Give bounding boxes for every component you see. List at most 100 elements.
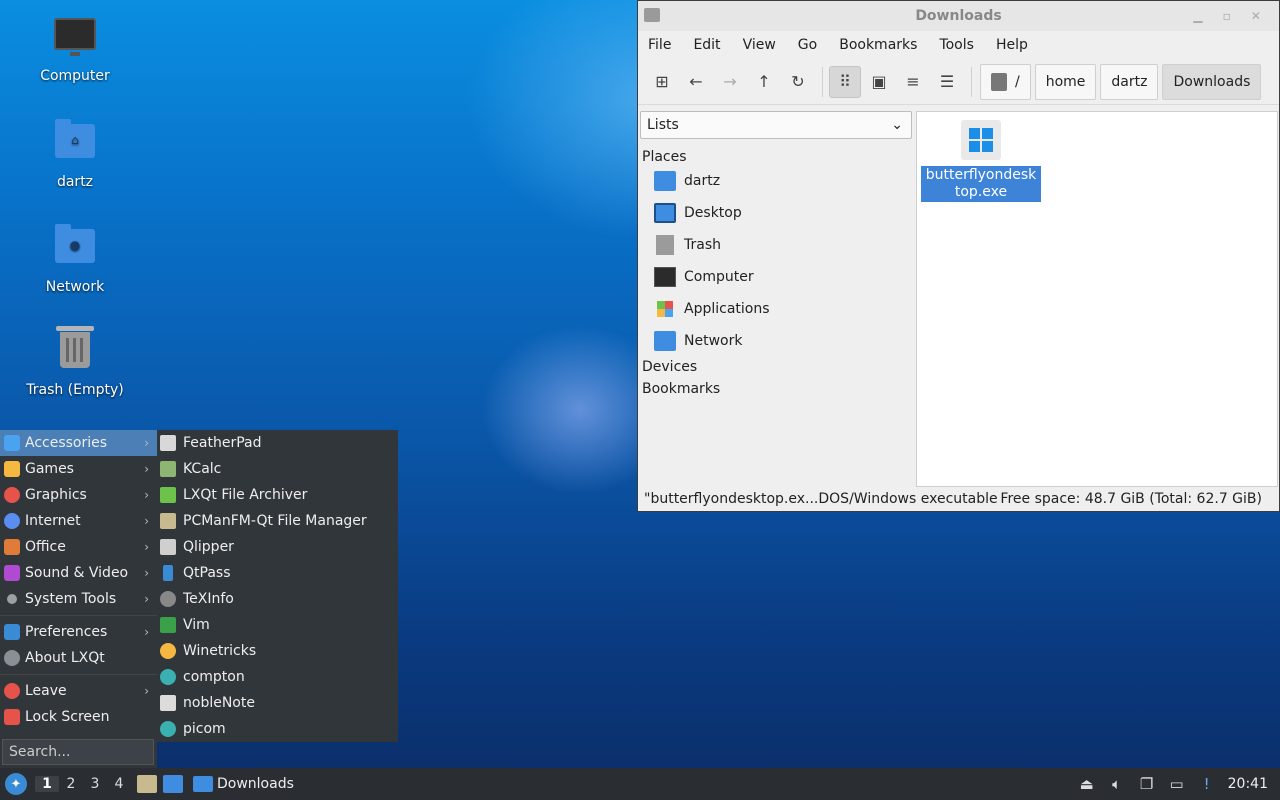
menu-category-leave[interactable]: Leave › — [0, 678, 157, 704]
menu-item-about-lxqt[interactable]: About LXQt — [0, 645, 157, 671]
compact-view-icon[interactable]: ≡ — [897, 66, 929, 98]
chevron-right-icon: › — [144, 540, 149, 554]
toolbar-separator — [822, 66, 823, 97]
place-computer[interactable]: Computer — [654, 261, 914, 293]
file-manager-window: Downloads ▁ ▫ ✕ File Edit View Go Bookma… — [637, 0, 1280, 512]
place-network[interactable]: Network — [654, 325, 914, 357]
breadcrumb-root[interactable]: / — [980, 63, 1031, 100]
menu-edit[interactable]: Edit — [693, 37, 720, 53]
menu-tools[interactable]: Tools — [939, 37, 974, 53]
volume-icon[interactable]: 🔈︎ — [1108, 775, 1126, 793]
taskbar-task-downloads[interactable]: Downloads — [193, 776, 294, 792]
power-icon — [4, 683, 20, 699]
breadcrumb: / home dartz Downloads — [980, 63, 1265, 100]
thumbnail-view-icon[interactable]: ▣ — [863, 66, 895, 98]
status-bar: "butterflyondesktop.ex...DOS/Windows exe… — [644, 491, 1276, 511]
menu-category-sound-video[interactable]: Sound & Video › — [0, 560, 157, 586]
up-arrow-icon[interactable]: ↑ — [748, 66, 780, 98]
chevron-right-icon: › — [144, 514, 149, 528]
menubar: File Edit View Go Bookmarks Tools Help — [638, 31, 1279, 59]
menu-search-input[interactable]: Search... — [2, 739, 154, 765]
password-icon — [163, 565, 173, 581]
menu-item-qlipper[interactable]: Qlipper — [157, 534, 398, 560]
home-folder-icon — [654, 171, 676, 191]
clipboard-icon[interactable]: ❐ — [1138, 775, 1156, 793]
menu-go[interactable]: Go — [798, 37, 817, 53]
menu-file[interactable]: File — [648, 37, 671, 53]
section-devices[interactable]: Devices — [642, 359, 914, 375]
desktop-icon — [654, 203, 676, 223]
menu-item-pcmanfm[interactable]: PCManFM-Qt File Manager — [157, 508, 398, 534]
desktop-icon-home[interactable]: ⌂ dartz — [10, 118, 140, 190]
menu-item-kcalc[interactable]: KCalc — [157, 456, 398, 482]
menu-item-qtpass[interactable]: QtPass — [157, 560, 398, 586]
trash-icon — [656, 235, 674, 255]
back-arrow-icon[interactable]: ← — [680, 66, 712, 98]
menu-item-featherpad[interactable]: FeatherPad — [157, 430, 398, 456]
clock[interactable]: 20:41 — [1228, 776, 1268, 792]
menu-category-graphics[interactable]: Graphics › — [0, 482, 157, 508]
application-menu: Accessories › Games › Graphics › Internet › … — [0, 430, 157, 768]
breadcrumb-downloads[interactable]: Downloads — [1162, 63, 1262, 100]
network-folder-icon — [654, 331, 676, 351]
place-trash[interactable]: Trash — [654, 229, 914, 261]
breadcrumb-dartz[interactable]: dartz — [1100, 63, 1159, 100]
menu-item-noblenote[interactable]: nobleNote — [157, 690, 398, 716]
menu-category-system-tools[interactable]: System Tools › — [0, 586, 157, 612]
place-desktop[interactable]: Desktop — [654, 197, 914, 229]
windows-exe-icon — [961, 120, 1001, 160]
menu-item-winetricks[interactable]: Winetricks — [157, 638, 398, 664]
menu-item-texinfo[interactable]: TeXInfo — [157, 586, 398, 612]
menu-category-office[interactable]: Office › — [0, 534, 157, 560]
forward-arrow-icon[interactable]: → — [714, 66, 746, 98]
section-bookmarks[interactable]: Bookmarks — [642, 381, 914, 397]
folder-icon — [193, 776, 213, 792]
detailed-list-view-icon[interactable]: ☰ — [931, 66, 963, 98]
desktop-icon-computer[interactable]: Computer — [10, 14, 140, 84]
chevron-right-icon: › — [144, 462, 149, 476]
network-folder-icon: ● — [53, 224, 97, 273]
menu-view[interactable]: View — [743, 37, 776, 53]
icon-view-icon[interactable]: ⠿ — [829, 65, 861, 98]
window-controls[interactable]: ▁ ▫ ✕ — [1193, 1, 1269, 31]
lxqt-menu-button[interactable]: ✦ — [5, 773, 27, 795]
menu-category-preferences[interactable]: Preferences › — [0, 619, 157, 645]
network-icon[interactable]: ▭ — [1168, 775, 1186, 793]
workspace-3[interactable]: 3 — [83, 776, 107, 792]
breadcrumb-home[interactable]: home — [1034, 63, 1097, 100]
side-pane-mode-select[interactable]: Lists ⌄ — [640, 111, 912, 139]
menu-help[interactable]: Help — [996, 37, 1028, 53]
window-title: Downloads — [915, 8, 1002, 24]
menu-item-vim[interactable]: Vim — [157, 612, 398, 638]
menu-category-games[interactable]: Games › — [0, 456, 157, 482]
desktop-icon-label: Network — [45, 279, 105, 295]
menu-bookmarks[interactable]: Bookmarks — [839, 37, 917, 53]
window-titlebar[interactable]: Downloads ▁ ▫ ✕ — [638, 1, 1279, 31]
section-places[interactable]: Places — [642, 149, 914, 165]
desktop-icon-network[interactable]: ● Network — [10, 223, 140, 295]
desktop-icon-trash[interactable]: Trash (Empty) — [10, 326, 140, 398]
workspace-2[interactable]: 2 — [59, 776, 83, 792]
place-home[interactable]: dartz — [654, 165, 914, 197]
vim-icon — [160, 617, 176, 633]
menu-item-lock-screen[interactable]: Lock Screen — [0, 704, 157, 730]
update-notifier-icon[interactable]: ! — [1198, 775, 1216, 793]
workspace-1[interactable]: 1 — [35, 776, 59, 792]
workspace-4[interactable]: 4 — [107, 776, 131, 792]
sound-video-icon — [4, 565, 20, 581]
new-tab-icon[interactable]: ⊞ — [646, 66, 678, 98]
system-tools-icon — [7, 594, 17, 604]
menu-category-accessories[interactable]: Accessories › — [0, 430, 157, 456]
place-applications[interactable]: Applications — [654, 293, 914, 325]
file-view[interactable]: butterflyondesktop.exe — [916, 111, 1278, 487]
menu-item-file-archiver[interactable]: LXQt File Archiver — [157, 482, 398, 508]
eject-icon[interactable]: ⏏ — [1078, 775, 1096, 793]
show-desktop-icon[interactable] — [163, 775, 183, 793]
menu-item-compton[interactable]: compton — [157, 664, 398, 690]
menu-category-internet[interactable]: Internet › — [0, 508, 157, 534]
file-manager-launcher-icon[interactable] — [137, 775, 157, 793]
chevron-right-icon: › — [144, 436, 149, 450]
reload-icon[interactable]: ↻ — [782, 66, 814, 98]
file-item[interactable]: butterflyondesktop.exe — [921, 118, 1041, 202]
menu-item-picom[interactable]: picom — [157, 716, 398, 742]
